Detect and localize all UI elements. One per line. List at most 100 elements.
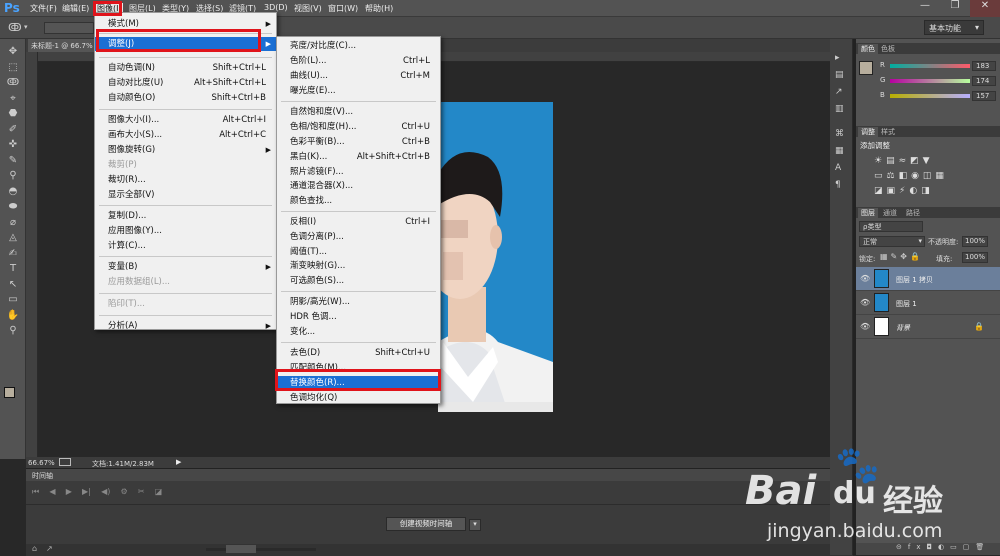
tool-icon-11[interactable]: ⌀ (5, 216, 21, 230)
image-menu-item[interactable]: 自动颜色(O) Shift+Ctrl+B (95, 91, 276, 105)
workspace-select[interactable]: 基本功能 ▾ (924, 20, 984, 35)
chevron-down-icon[interactable]: ▾ (469, 519, 481, 531)
adjust-menu-item[interactable]: 色调均化(Q) (277, 391, 440, 405)
split-icon[interactable]: ✂ (138, 487, 145, 496)
zoom-level[interactable]: 66.67% (28, 459, 55, 467)
next-frame-icon[interactable]: ▶| (82, 487, 91, 496)
menu-7[interactable]: 3D(D) (264, 3, 288, 12)
play-icon[interactable]: ▶ (66, 487, 72, 496)
audio-icon[interactable]: ◀) (101, 487, 110, 496)
adjust-menu-item[interactable]: 色彩平衡(B)... Ctrl+B (277, 135, 440, 149)
menu-0[interactable]: 文件(F) (30, 3, 57, 14)
minimize-button[interactable]: — (910, 0, 940, 17)
close-button[interactable]: ✕ (970, 0, 1000, 17)
panel-icon-1[interactable]: ▤ (835, 70, 844, 80)
tab-adjustments[interactable]: 调整 (858, 127, 878, 137)
panel-icon-6[interactable]: A (835, 163, 841, 173)
menu-8[interactable]: 视图(V) (294, 3, 322, 14)
tool-icon-17[interactable]: ✋ (5, 309, 21, 323)
tab-swatches[interactable]: 色板 (878, 44, 898, 54)
settings-icon[interactable]: ⚙ (121, 487, 128, 496)
channel-value-r[interactable]: 183 (972, 61, 996, 71)
lock-icons[interactable]: ▦✎✥🔒 (880, 252, 923, 261)
adjust-menu-item[interactable]: 颜色查找... (277, 194, 440, 208)
document-image[interactable] (438, 102, 553, 412)
tool-icon-9[interactable]: ◓ (5, 185, 21, 199)
play-arrow-icon[interactable]: ▶ (176, 458, 181, 466)
image-menu-item[interactable]: 分析(A) ▶ (95, 319, 276, 333)
image-menu-item[interactable]: 应用图像(Y)... (95, 224, 276, 238)
zoom-slider[interactable] (206, 548, 316, 551)
adjust-menu-item[interactable]: 渐变映射(G)... (277, 259, 440, 273)
adjust-menu-item[interactable]: 通道混合器(X)... (277, 179, 440, 193)
transition-icon[interactable]: ◪ (155, 487, 163, 496)
menu-1[interactable]: 编辑(E) (62, 3, 89, 14)
tool-icon-10[interactable]: ⬬ (5, 200, 21, 214)
adjust-menu-item[interactable]: 黑白(K)... Alt+Shift+Ctrl+B (277, 150, 440, 164)
tab-paths[interactable]: 路径 (903, 208, 923, 218)
zoom-slider-thumb[interactable] (226, 545, 256, 553)
image-menu-item[interactable]: 变量(B) ▶ (95, 260, 276, 274)
channel-value-b[interactable]: 157 (972, 91, 996, 101)
tool-icon-13[interactable]: ✍ (5, 247, 21, 261)
adjust-menu-item[interactable]: 变化... (277, 325, 440, 339)
panel-icon-4[interactable]: ⌘ (835, 129, 844, 139)
adjust-menu-item[interactable]: 曝光度(E)... (277, 84, 440, 98)
adjust-menu-item[interactable]: HDR 色调... (277, 310, 440, 324)
layer-row[interactable]: 👁 图层 1 拷贝 (856, 267, 1000, 291)
return-icon[interactable]: ↗ (46, 544, 53, 553)
eye-icon[interactable]: 👁 (860, 322, 870, 331)
adjust-menu-item[interactable]: 色阶(L)... Ctrl+L (277, 54, 440, 68)
tool-icon-16[interactable]: ▭ (5, 293, 21, 307)
first-frame-icon[interactable]: ⏮ (32, 487, 39, 496)
image-menu-item[interactable]: 图像旋转(G) ▶ (95, 143, 276, 157)
adjust-menu-item[interactable]: 去色(D) Shift+Ctrl+U (277, 346, 440, 360)
eye-icon[interactable]: 👁 (860, 298, 870, 307)
menu-10[interactable]: 帮助(H) (365, 3, 393, 14)
image-menu-item[interactable]: 图像大小(I)... Alt+Ctrl+I (95, 113, 276, 127)
tool-icon-5[interactable]: ✐ (5, 123, 21, 137)
image-menu-item[interactable]: 画布大小(S)... Alt+Ctrl+C (95, 128, 276, 142)
tool-foreground-color[interactable] (4, 387, 15, 398)
tab-channels[interactable]: 通道 (880, 208, 900, 218)
panel-icon-0[interactable]: ▸ (835, 53, 840, 63)
channel-slider-g[interactable] (890, 79, 970, 83)
adjust-menu-item[interactable]: 阴影/高光(W)... (277, 295, 440, 309)
document-tab[interactable]: 未标题-1 @ 66.7% (28, 39, 98, 52)
tool-icon-18[interactable]: ⚲ (5, 324, 21, 338)
adjust-menu-item[interactable]: 照片滤镜(F)... (277, 165, 440, 179)
image-menu-item[interactable]: 自动色调(N) Shift+Ctrl+L (95, 61, 276, 75)
tool-icon-14[interactable]: T (5, 262, 21, 276)
timeline-controls[interactable]: ⏮ ◀ ▶ ▶| ◀) ⚙ ✂ ◪ (32, 487, 232, 499)
prev-frame-icon[interactable]: ◀ (49, 487, 55, 496)
selection-mode-buttons[interactable] (44, 22, 94, 34)
chevron-down-icon[interactable]: ▾ (24, 23, 28, 31)
channel-slider-r[interactable] (890, 64, 970, 68)
adjust-menu-item[interactable]: 色相/饱和度(H)... Ctrl+U (277, 120, 440, 134)
fill-input[interactable]: 100% (962, 252, 988, 263)
image-menu-item[interactable]: 裁切(R)... (95, 173, 276, 187)
channel-value-g[interactable]: 174 (972, 76, 996, 86)
panel-icon-7[interactable]: ¶ (835, 180, 841, 190)
restore-button[interactable]: ❐ (940, 0, 970, 17)
foreground-color-swatch[interactable] (859, 61, 873, 75)
adjust-menu-item[interactable]: 曲线(U)... Ctrl+M (277, 69, 440, 83)
panel-icon-5[interactable]: ▦ (835, 146, 844, 156)
preview-icon[interactable] (59, 458, 71, 466)
blend-mode-select[interactable]: 正常 ▾ (859, 236, 925, 247)
tab-styles[interactable]: 样式 (878, 127, 898, 137)
layer-row[interactable]: 👁 背景 🔒 (856, 315, 1000, 339)
layer-filter-select[interactable]: ρ类型 (859, 221, 923, 232)
menu-9[interactable]: 窗口(W) (328, 3, 358, 14)
channel-slider-b[interactable] (890, 94, 970, 98)
tool-icon-12[interactable]: ◬ (5, 231, 21, 245)
tool-icon-7[interactable]: ✎ (5, 154, 21, 168)
tool-icon-6[interactable]: ✜ (5, 138, 21, 152)
tool-icon-2[interactable]: ↂ (5, 76, 21, 90)
eye-icon[interactable]: 👁 (860, 274, 870, 283)
tab-layers[interactable]: 图层 (858, 208, 878, 218)
panel-icon-2[interactable]: ↗ (835, 87, 843, 97)
image-menu-item[interactable]: 计算(C)... (95, 239, 276, 253)
adjustment-icons[interactable]: ☀▤≈◩▼ ▭⚖◧◉◫▦ ◪▣⚡◐◨ (874, 154, 982, 199)
tool-icon-4[interactable]: ⬣ (5, 107, 21, 121)
